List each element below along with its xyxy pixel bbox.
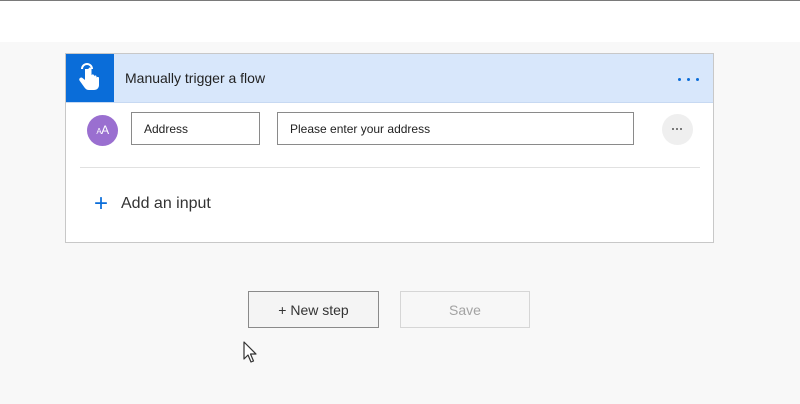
card-title: Manually trigger a flow	[125, 70, 266, 86]
add-input-button[interactable]: + Add an input	[94, 192, 211, 216]
top-bar	[0, 0, 800, 42]
text-input-type-avatar: AA	[87, 115, 118, 146]
plus-icon: +	[94, 190, 109, 217]
input-more-options-icon[interactable]	[662, 114, 693, 145]
new-step-button[interactable]: + New step	[248, 291, 379, 328]
mouse-cursor-icon	[243, 341, 257, 363]
divider	[80, 167, 700, 168]
trigger-card-header[interactable]: Manually trigger a flow	[66, 54, 713, 103]
trigger-card: Manually trigger a flow AA + Add an inpu…	[65, 53, 714, 243]
save-button[interactable]: Save	[400, 291, 530, 328]
hand-pointer-icon	[79, 63, 99, 90]
input-name-field[interactable]	[131, 112, 260, 145]
input-prompt-field[interactable]	[277, 112, 634, 145]
trigger-input-row: AA	[66, 102, 713, 168]
card-more-options-icon[interactable]	[676, 70, 702, 86]
trigger-icon-box	[66, 54, 114, 102]
add-input-label: Add an input	[121, 195, 211, 212]
